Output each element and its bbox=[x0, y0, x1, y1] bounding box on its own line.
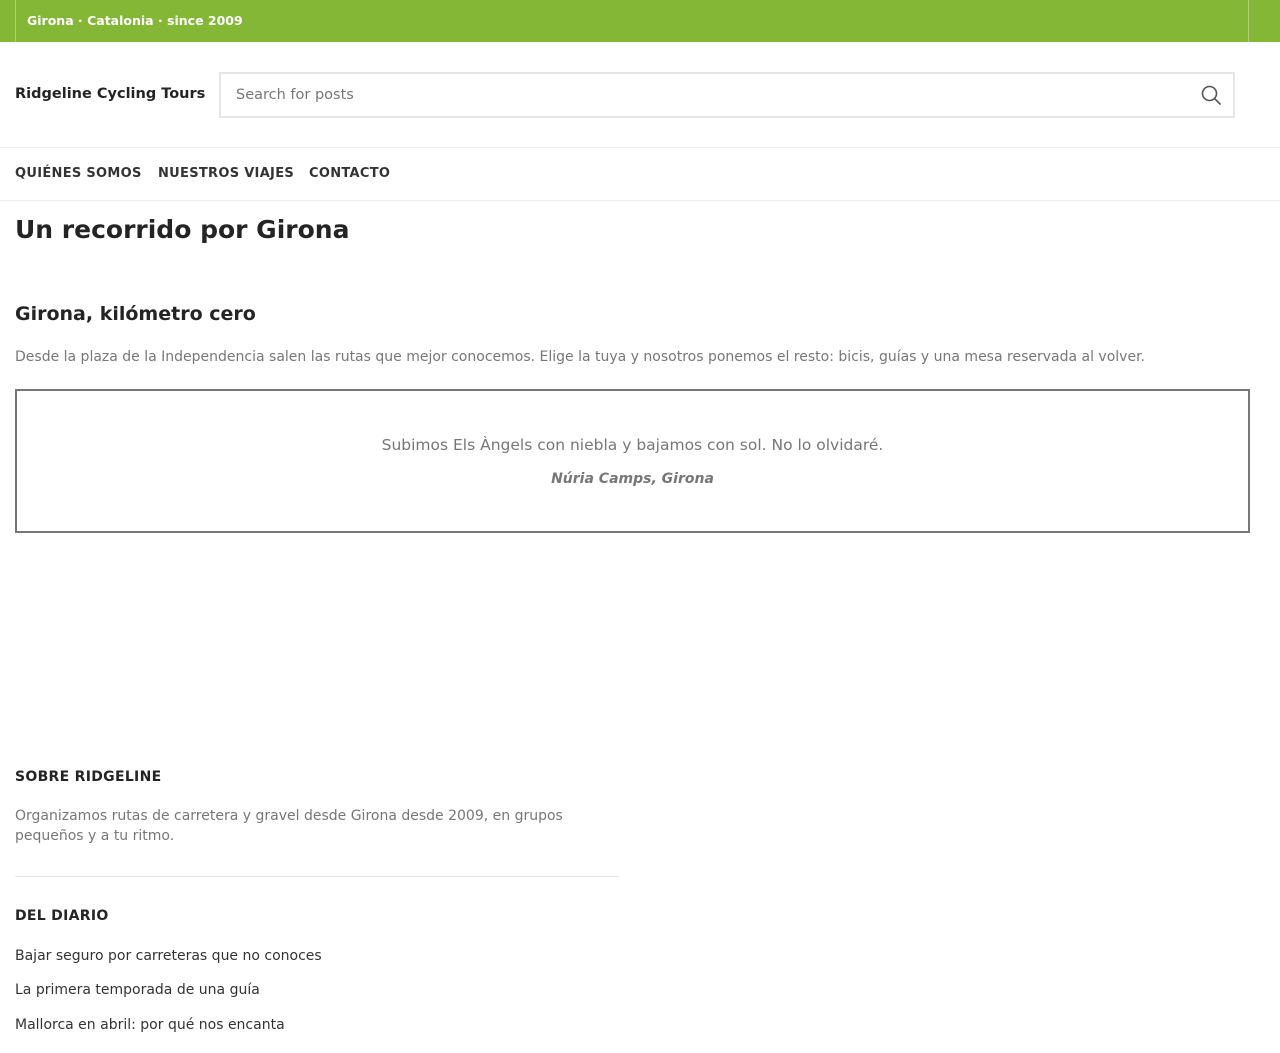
footer-divider bbox=[15, 876, 619, 877]
footer-about-text: Organizamos rutas de carretera y gravel … bbox=[15, 808, 563, 844]
footer-heading-diary: DEL DIARIO bbox=[15, 908, 109, 924]
top-bar: Girona · Catalonia · since 2009 bbox=[0, 0, 1280, 42]
site-logo-text[interactable]: Ridgeline Cycling Tours bbox=[15, 85, 205, 103]
diary-post-link[interactable]: Mallorca en abril: por qué nos encanta bbox=[15, 1016, 285, 1034]
nav-item-nuestros-viajes[interactable]: NUESTROS VIAJES bbox=[158, 166, 294, 182]
main-navigation: QUIÉNES SOMOS NUESTROS VIAJES CONTACTO bbox=[0, 147, 1280, 201]
page-title: Un recorrido por Girona bbox=[15, 215, 350, 244]
diary-post-link[interactable]: Bajar seguro por carreteras que no conoc… bbox=[15, 947, 322, 965]
top-bar-text: Girona · Catalonia · since 2009 bbox=[27, 13, 243, 28]
top-bar-divider-left bbox=[15, 0, 16, 42]
search-icon bbox=[1201, 85, 1221, 105]
testimonial-box: Subimos Els Àngels con niebla y bajamos … bbox=[15, 389, 1250, 533]
section-title: Girona, kilómetro cero bbox=[15, 303, 256, 325]
search-button[interactable] bbox=[1199, 83, 1223, 107]
testimonial-quote: Subimos Els Àngels con niebla y bajamos … bbox=[381, 436, 884, 454]
footer-heading-about: SOBRE RIDGELINE bbox=[15, 769, 162, 785]
testimonial-author: Núria Camps, Girona bbox=[551, 471, 714, 487]
diary-post-link[interactable]: La primera temporada de una guía bbox=[15, 981, 260, 999]
intro-paragraph: Desde la plaza de la Independencia salen… bbox=[15, 349, 1145, 365]
top-bar-divider-right bbox=[1248, 0, 1249, 42]
nav-item-contacto[interactable]: CONTACTO bbox=[309, 166, 390, 182]
search-input[interactable] bbox=[221, 74, 1181, 116]
search-form bbox=[219, 72, 1235, 118]
nav-item-quienes-somos[interactable]: QUIÉNES SOMOS bbox=[15, 166, 142, 182]
